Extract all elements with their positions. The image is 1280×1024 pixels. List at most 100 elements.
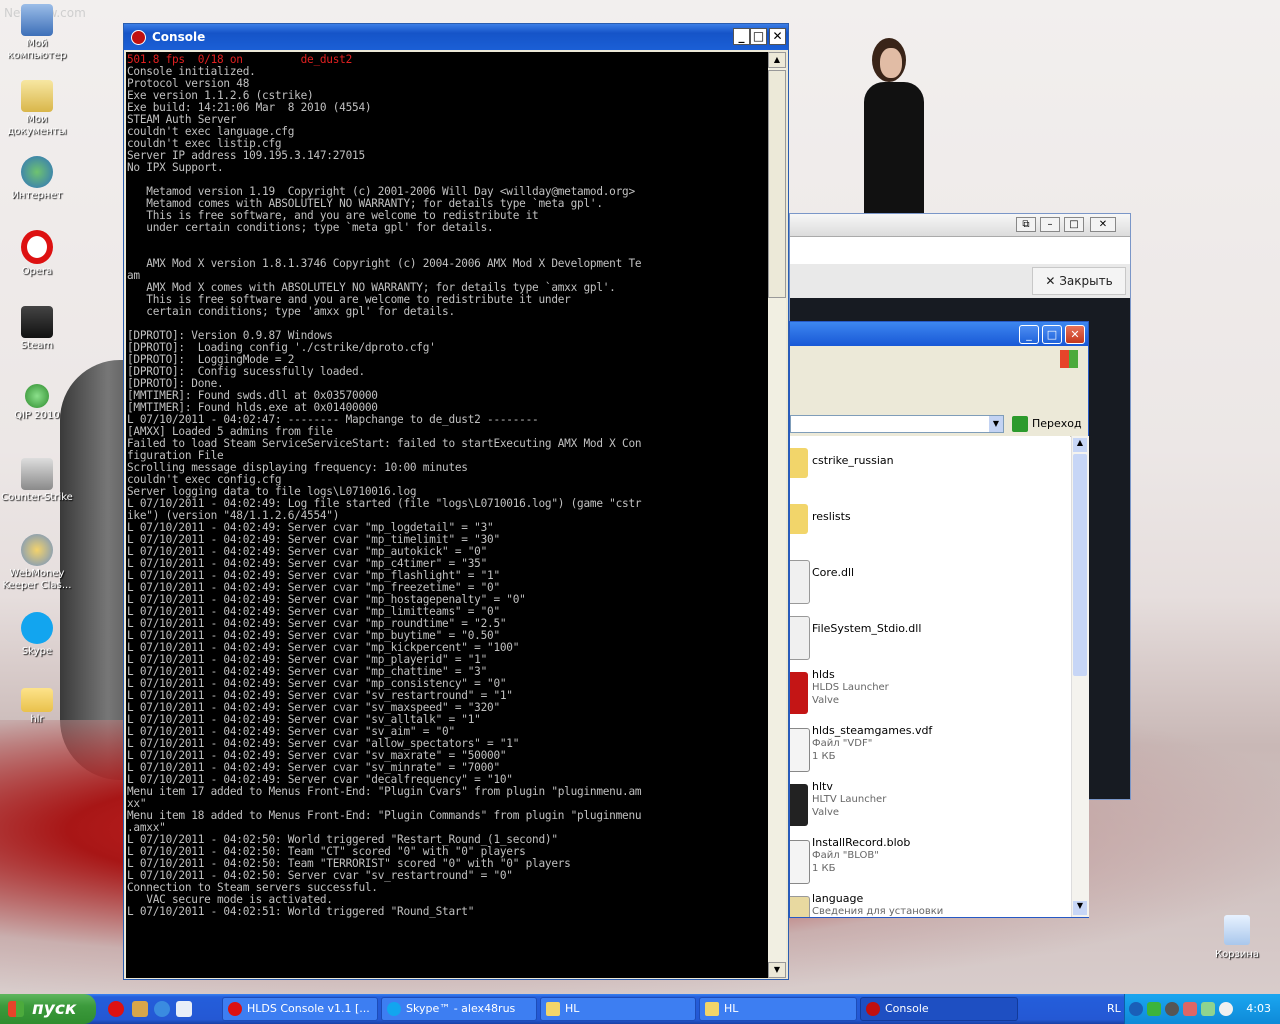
opera-icon[interactable] xyxy=(108,1001,124,1017)
console-titlebar[interactable]: Console _ □ ✕ xyxy=(124,24,788,50)
desktop-icon-label: Skype xyxy=(21,646,53,657)
close-icon[interactable]: ✕ xyxy=(1090,217,1116,232)
desktop-icon-steam[interactable]: Steam xyxy=(0,306,74,352)
windows-logo-icon xyxy=(8,1001,24,1017)
console-output[interactable]: 501.8 fps 0/18 on de_dust2 Console initi… xyxy=(126,52,768,978)
task-hl-folder-1[interactable]: HL xyxy=(540,997,696,1021)
chevron-down-icon[interactable]: ▼ xyxy=(989,416,1003,432)
scroll-down-icon[interactable]: ▼ xyxy=(768,962,786,978)
antivirus-tray-icon[interactable] xyxy=(1183,1002,1197,1016)
ie-icon[interactable] xyxy=(154,1001,170,1017)
desktop-icon-my-documents[interactable]: Мои документы xyxy=(0,80,74,138)
desktop-icon-my-computer[interactable]: Мой компьютер xyxy=(0,4,74,62)
maximize-icon[interactable]: □ xyxy=(1042,325,1062,344)
desktop-icon-skype[interactable]: Skype xyxy=(0,612,74,658)
file-name: reslists xyxy=(812,510,851,523)
desktop-icon-label: Steam xyxy=(20,340,54,351)
skype-icon xyxy=(387,1002,401,1016)
background-window-titlebar[interactable]: ⧉ – □ ✕ xyxy=(790,214,1130,237)
minimize-icon[interactable]: _ xyxy=(1019,325,1039,344)
desktop-icon-label: Интернет xyxy=(11,190,63,201)
show-desktop-icon[interactable] xyxy=(176,1001,192,1017)
maximize-icon[interactable]: □ xyxy=(1064,217,1084,232)
desktop-icon-label: Мой компьютер xyxy=(7,38,67,61)
start-button[interactable]: пуск xyxy=(0,994,96,1024)
qip-tray-icon[interactable] xyxy=(1147,1002,1161,1016)
file-type: HLDS Launcher xyxy=(812,682,889,693)
restore-icon[interactable]: ⧉ xyxy=(1016,217,1036,232)
chevron-left-icon[interactable] xyxy=(1129,1002,1143,1016)
task-hl-folder-2[interactable]: HL xyxy=(699,997,857,1021)
desktop-icon-label: Counter-Strike xyxy=(1,492,73,503)
scroll-thumb[interactable] xyxy=(768,70,786,298)
task-label: HL xyxy=(565,1002,580,1015)
explorer-titlebar[interactable]: _ □ ✕ xyxy=(790,322,1088,346)
task-label: Skype™ - alex48rus xyxy=(406,1002,516,1015)
file-item[interactable]: reslists xyxy=(790,500,1070,550)
file-item[interactable]: FileSystem_Stdio.dll xyxy=(790,612,1070,662)
desktop-icon-recycle-bin[interactable]: Корзина xyxy=(1206,915,1268,960)
desktop-icon-label: Opera xyxy=(21,266,53,277)
go-button-label: Переход xyxy=(1032,417,1082,430)
scroll-thumb[interactable] xyxy=(1073,454,1087,676)
steam-tray-icon[interactable] xyxy=(1165,1002,1179,1016)
scroll-down-icon[interactable]: ▼ xyxy=(1073,901,1087,915)
folder-icon xyxy=(790,504,808,534)
desktop-icon-internet[interactable]: Интернет xyxy=(0,156,74,202)
file-size: 1 КБ xyxy=(812,863,836,874)
minimize-icon[interactable]: – xyxy=(1040,217,1060,232)
file-item[interactable]: cstrike_russian xyxy=(790,444,1070,494)
close-icon[interactable]: ✕ xyxy=(769,28,786,45)
maximize-icon[interactable]: □ xyxy=(750,28,767,45)
half-life-icon xyxy=(866,1002,880,1016)
file-type: Файл "VDF" xyxy=(812,738,873,749)
hlds-quicklaunch-icon[interactable] xyxy=(132,1001,148,1017)
minimize-icon[interactable]: _ xyxy=(733,28,750,45)
desktop-icon-qip[interactable]: QIP 2010 xyxy=(0,384,74,422)
desktop-icon-hlr[interactable]: hlr xyxy=(0,688,74,726)
opera-icon xyxy=(228,1002,242,1016)
console-scrollbar[interactable]: ▲ ▼ xyxy=(768,52,786,978)
file-name: FileSystem_Stdio.dll xyxy=(812,622,922,635)
clock[interactable]: 4:03 xyxy=(1246,994,1271,1024)
file-item[interactable]: InstallRecord.blob Файл "BLOB" 1 КБ xyxy=(790,836,1070,886)
file-name: language xyxy=(812,892,864,905)
explorer-window[interactable]: _ □ ✕ ▼ Переход cstrike_russian reslists… xyxy=(789,321,1089,918)
computer-icon xyxy=(21,4,53,36)
go-button[interactable]: Переход xyxy=(1012,415,1082,433)
network-tray-icon[interactable] xyxy=(1201,1002,1215,1016)
file-item[interactable]: hlds HLDS Launcher Valve xyxy=(790,668,1070,718)
scroll-up-icon[interactable]: ▲ xyxy=(768,52,786,68)
skype-tray-icon[interactable] xyxy=(1219,1002,1233,1016)
desktop-icon-webmoney[interactable]: WebMoney Keeper Clas... xyxy=(0,534,74,592)
file-item[interactable]: hlds_steamgames.vdf Файл "VDF" 1 КБ xyxy=(790,724,1070,774)
close-button[interactable]: ✕ Закрыть xyxy=(1032,267,1126,295)
explorer-address-bar: ▼ Переход xyxy=(790,412,1088,437)
close-icon[interactable]: ✕ xyxy=(1065,325,1085,344)
counter-strike-icon xyxy=(21,458,53,490)
file-item[interactable]: hltv HLTV Launcher Valve xyxy=(790,780,1070,830)
scroll-up-icon[interactable]: ▲ xyxy=(1073,438,1087,452)
file-item[interactable]: Core.dll xyxy=(790,556,1070,606)
language-indicator[interactable]: RL xyxy=(1107,994,1121,1024)
dll-file-icon xyxy=(790,616,810,660)
file-item[interactable]: language Сведения для установки xyxy=(790,892,1070,917)
folder-icon xyxy=(21,688,53,712)
explorer-toolbar xyxy=(790,372,1088,413)
file-name: hltv xyxy=(812,780,833,793)
document-file-icon xyxy=(790,728,810,772)
webmoney-icon xyxy=(21,534,53,566)
address-input[interactable]: ▼ xyxy=(790,415,1004,433)
console-window[interactable]: Console _ □ ✕ 501.8 fps 0/18 on de_dust2… xyxy=(123,23,789,980)
task-console[interactable]: Console xyxy=(860,997,1018,1021)
console-log: Console initialized. Protocol version 48… xyxy=(127,65,642,918)
file-company: Valve xyxy=(812,695,840,706)
task-skype[interactable]: Skype™ - alex48rus xyxy=(381,997,537,1021)
file-type: HLTV Launcher xyxy=(812,794,887,805)
explorer-scrollbar[interactable]: ▲ ▼ xyxy=(1071,436,1089,917)
explorer-menubar xyxy=(790,346,1088,373)
desktop-icon-opera[interactable]: Opera xyxy=(0,230,74,278)
task-hlds-console[interactable]: HLDS Console v1.1 [... xyxy=(222,997,378,1021)
desktop-icon-counter-strike[interactable]: Counter-Strike xyxy=(0,458,74,504)
folder-icon xyxy=(790,448,808,478)
